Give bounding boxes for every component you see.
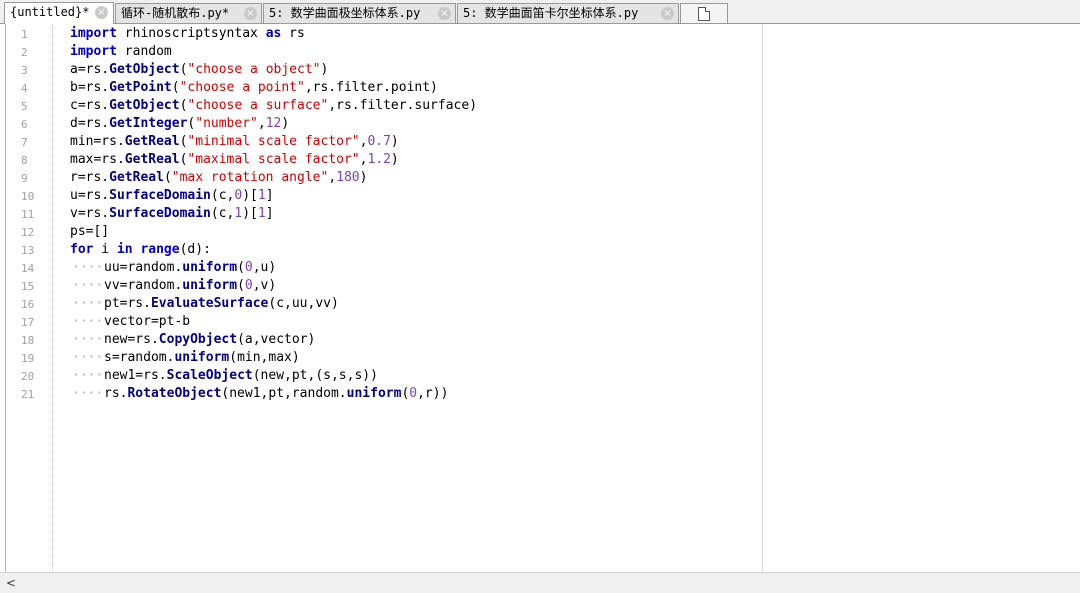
line-number: 4 bbox=[21, 82, 28, 95]
new-tab-button[interactable] bbox=[680, 3, 728, 23]
indent-guide: ···· bbox=[72, 314, 104, 329]
code-line-7: min=rs.GetReal("minimal scale factor",0.… bbox=[70, 134, 399, 149]
code-line-1: import rhinoscriptsyntax as rs bbox=[70, 26, 305, 41]
line-number: 12 bbox=[21, 226, 35, 239]
line-number: 20 bbox=[21, 370, 35, 383]
line-number: 2 bbox=[21, 46, 28, 59]
close-icon[interactable]: × bbox=[438, 7, 451, 20]
chevron-left-icon[interactable]: < bbox=[6, 576, 20, 590]
indent-guide: ···· bbox=[72, 332, 104, 347]
close-icon[interactable]: × bbox=[244, 7, 257, 20]
tab-bar: {untitled}* × 循环-随机散布.py* × 5: 数学曲面极坐标体系… bbox=[0, 0, 1080, 24]
right-margin-guide bbox=[762, 24, 763, 572]
code-line-2: import random bbox=[70, 44, 172, 59]
code-line-16: pt=rs.EvaluateSurface(c,uu,vv) bbox=[104, 296, 339, 311]
horizontal-scrollbar[interactable]: < bbox=[0, 572, 1080, 593]
code-line-19: s=random.uniform(min,max) bbox=[104, 350, 300, 365]
fold-margin bbox=[52, 24, 53, 572]
code-line-9: r=rs.GetReal("max rotation angle",180) bbox=[70, 170, 368, 185]
code-line-13: for i in range(d): bbox=[70, 242, 211, 257]
new-document-icon bbox=[698, 7, 710, 21]
code-line-11: v=rs.SurfaceDomain(c,1)[1] bbox=[70, 206, 274, 221]
line-number: 17 bbox=[21, 316, 35, 329]
close-icon[interactable]: × bbox=[661, 7, 674, 20]
code-line-17: vector=pt-b bbox=[104, 314, 191, 329]
line-number: 15 bbox=[21, 280, 35, 293]
code-editor[interactable]: 1 2 3 4 5 6 7 8 9 10 11 12 13 14 15 16 1… bbox=[0, 24, 1080, 572]
tab-untitled[interactable]: {untitled}* × bbox=[4, 2, 114, 24]
line-number: 16 bbox=[21, 298, 35, 311]
code-line-12: ps=[] bbox=[70, 224, 110, 239]
indent-guide: ···· bbox=[72, 296, 104, 311]
tab-random-scatter[interactable]: 循环-随机散布.py* × bbox=[115, 3, 262, 23]
line-number: 13 bbox=[21, 244, 35, 257]
code-line-21: rs.RotateObject(new1,pt,random.uniform(0… bbox=[104, 386, 449, 401]
tab-label: 循环-随机散布.py* bbox=[121, 6, 230, 20]
editor-border bbox=[5, 24, 6, 572]
line-number: 10 bbox=[21, 190, 35, 203]
line-number: 5 bbox=[21, 100, 28, 113]
indent-guide: ···· bbox=[72, 368, 104, 383]
code-line-15: vv=random.uniform(0,v) bbox=[104, 278, 277, 293]
code-line-10: u=rs.SurfaceDomain(c,0)[1] bbox=[70, 188, 274, 203]
code-line-20: new1=rs.ScaleObject(new,pt,(s,s,s)) bbox=[104, 368, 378, 383]
indent-guide: ···· bbox=[72, 278, 104, 293]
tab-polar-surface[interactable]: 5: 数学曲面极坐标体系.py × bbox=[263, 3, 456, 23]
line-number: 6 bbox=[21, 118, 28, 131]
code-line-5: c=rs.GetObject("choose a surface",rs.fil… bbox=[70, 98, 478, 113]
line-number: 3 bbox=[21, 64, 28, 77]
tab-label: {untitled}* bbox=[10, 5, 90, 19]
line-number: 9 bbox=[21, 172, 28, 185]
tab-label: 5: 数学曲面极坐标体系.py bbox=[269, 6, 421, 20]
code-line-3: a=rs.GetObject("choose a object") bbox=[70, 62, 329, 77]
line-number: 14 bbox=[21, 262, 35, 275]
tab-label: 5: 数学曲面笛卡尔坐标体系.py bbox=[463, 6, 639, 20]
indent-guide: ···· bbox=[72, 260, 104, 275]
line-number: 1 bbox=[21, 28, 28, 41]
tab-cartesian-surface[interactable]: 5: 数学曲面笛卡尔坐标体系.py × bbox=[457, 3, 679, 23]
line-number: 7 bbox=[21, 136, 28, 149]
line-number: 19 bbox=[21, 352, 35, 365]
line-number: 18 bbox=[21, 334, 35, 347]
code-line-14: uu=random.uniform(0,u) bbox=[104, 260, 277, 275]
code-line-6: d=rs.GetInteger("number",12) bbox=[70, 116, 290, 131]
code-line-8: max=rs.GetReal("maximal scale factor",1.… bbox=[70, 152, 399, 167]
close-icon[interactable]: × bbox=[95, 6, 108, 19]
code-line-18: new=rs.CopyObject(a,vector) bbox=[104, 332, 316, 347]
indent-guide: ···· bbox=[72, 386, 104, 401]
code-line-4: b=rs.GetPoint("choose a point",rs.filter… bbox=[70, 80, 438, 95]
line-number: 11 bbox=[21, 208, 35, 221]
indent-guide: ···· bbox=[72, 350, 104, 365]
line-number: 8 bbox=[21, 154, 28, 167]
line-number: 21 bbox=[21, 388, 35, 401]
